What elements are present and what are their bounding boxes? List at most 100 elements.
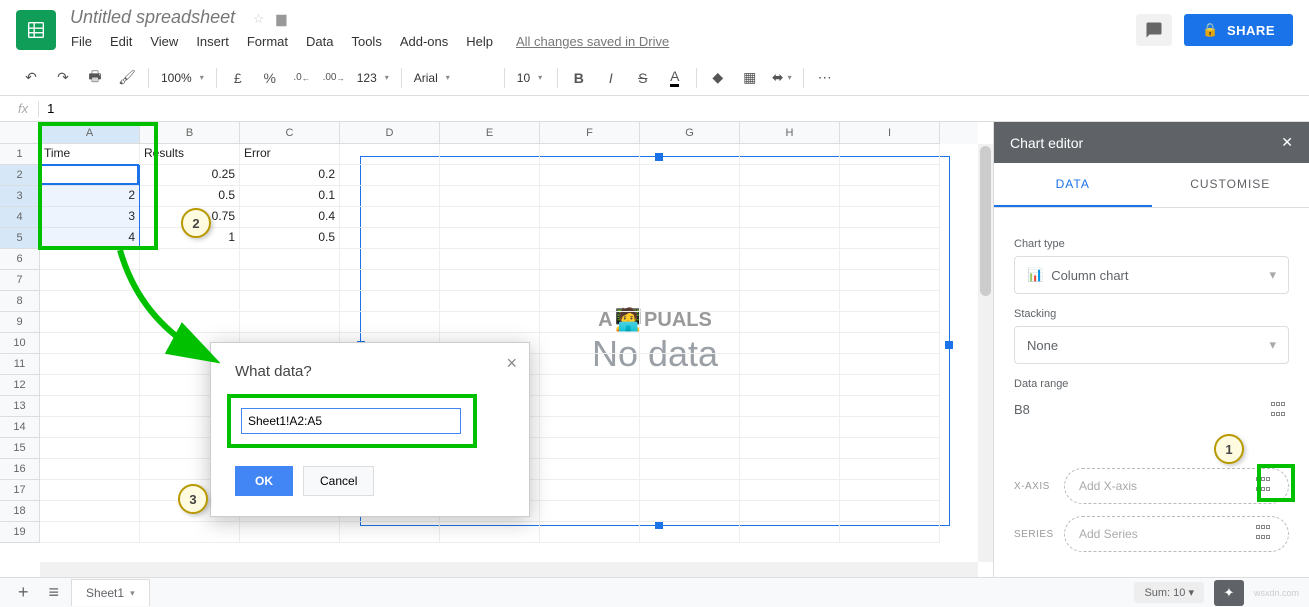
cell-empty[interactable]: [140, 522, 240, 543]
explore-icon[interactable]: ✦: [1214, 580, 1244, 606]
cell-empty[interactable]: [40, 480, 140, 501]
cell-empty[interactable]: [840, 144, 940, 165]
cell-empty[interactable]: [640, 312, 740, 333]
cell-empty[interactable]: [840, 207, 940, 228]
cell-empty[interactable]: [340, 291, 440, 312]
row-header-8[interactable]: 8: [0, 291, 40, 312]
tab-customise[interactable]: CUSTOMISE: [1152, 163, 1309, 207]
cell-empty[interactable]: [740, 186, 840, 207]
cell-empty[interactable]: [740, 501, 840, 522]
undo-icon[interactable]: ↶: [16, 64, 46, 92]
zoom-select[interactable]: 100%: [155, 71, 210, 85]
cell-empty[interactable]: [440, 270, 540, 291]
cell-empty[interactable]: [40, 396, 140, 417]
series-add-button[interactable]: Add Series: [1064, 516, 1289, 552]
chart-type-select[interactable]: 📊Column chart ▾: [1014, 256, 1289, 294]
cell-empty[interactable]: [840, 354, 940, 375]
menu-view[interactable]: View: [143, 30, 185, 53]
cell-empty[interactable]: [640, 438, 740, 459]
save-status[interactable]: All changes saved in Drive: [516, 30, 669, 53]
cell-empty[interactable]: [740, 144, 840, 165]
row-header-5[interactable]: 5: [0, 228, 40, 249]
cell-empty[interactable]: [740, 522, 840, 543]
cell-empty[interactable]: [540, 144, 640, 165]
cell-empty[interactable]: [540, 270, 640, 291]
cell-empty[interactable]: [540, 480, 640, 501]
row-header-4[interactable]: 4: [0, 207, 40, 228]
sheet-area[interactable]: A B C D E F G H I 1234567891011121314151…: [0, 122, 993, 577]
decrease-decimal-icon[interactable]: .0←: [287, 64, 317, 92]
menu-edit[interactable]: Edit: [103, 30, 139, 53]
cell-empty[interactable]: [840, 417, 940, 438]
stacking-select[interactable]: None ▾: [1014, 326, 1289, 364]
cell-empty[interactable]: [340, 207, 440, 228]
row-header-11[interactable]: 11: [0, 354, 40, 375]
cell-empty[interactable]: [340, 312, 440, 333]
cell-empty[interactable]: [740, 312, 840, 333]
cell-empty[interactable]: [840, 501, 940, 522]
col-header-f[interactable]: F: [540, 122, 640, 144]
cell-empty[interactable]: [340, 228, 440, 249]
cell-empty[interactable]: [840, 396, 940, 417]
cell-empty[interactable]: [740, 417, 840, 438]
cell-empty[interactable]: [340, 270, 440, 291]
increase-decimal-icon[interactable]: .00→: [319, 64, 349, 92]
cell-empty[interactable]: [440, 249, 540, 270]
menu-file[interactable]: File: [64, 30, 99, 53]
cell-empty[interactable]: [640, 228, 740, 249]
cell-c4[interactable]: 0.4: [240, 207, 340, 228]
select-all-corner[interactable]: [0, 122, 40, 144]
print-icon[interactable]: 🖶: [80, 64, 110, 92]
ok-button[interactable]: OK: [235, 466, 293, 496]
cell-empty[interactable]: [840, 522, 940, 543]
cell-empty[interactable]: [540, 438, 640, 459]
menu-format[interactable]: Format: [240, 30, 295, 53]
cell-empty[interactable]: [540, 375, 640, 396]
cell-empty[interactable]: [740, 270, 840, 291]
row-header-13[interactable]: 13: [0, 396, 40, 417]
currency-icon[interactable]: £: [223, 64, 253, 92]
cell-empty[interactable]: [640, 480, 740, 501]
cell-empty[interactable]: [440, 228, 540, 249]
cell-empty[interactable]: [540, 249, 640, 270]
cell-empty[interactable]: [240, 291, 340, 312]
vertical-scrollbar[interactable]: [978, 144, 993, 562]
percent-icon[interactable]: %: [255, 64, 285, 92]
cell-empty[interactable]: [440, 522, 540, 543]
merge-icon[interactable]: ⬌: [767, 64, 797, 92]
cell-empty[interactable]: [540, 333, 640, 354]
more-icon[interactable]: ⋯: [810, 64, 840, 92]
cell-empty[interactable]: [540, 228, 640, 249]
cell-c3[interactable]: 0.1: [240, 186, 340, 207]
row-header-1[interactable]: 1: [0, 144, 40, 165]
close-editor-icon[interactable]: ✕: [1281, 134, 1293, 151]
menu-addons[interactable]: Add-ons: [393, 30, 455, 53]
row-header-15[interactable]: 15: [0, 438, 40, 459]
col-header-i[interactable]: I: [840, 122, 940, 144]
cell-empty[interactable]: [40, 438, 140, 459]
font-select[interactable]: Arial: [408, 71, 498, 85]
cell-empty[interactable]: [440, 186, 540, 207]
tab-data[interactable]: DATA: [994, 163, 1152, 207]
cell-empty[interactable]: [540, 291, 640, 312]
cell-empty[interactable]: [740, 396, 840, 417]
cell-empty[interactable]: [540, 501, 640, 522]
row-header-3[interactable]: 3: [0, 186, 40, 207]
row-header-2[interactable]: 2: [0, 165, 40, 186]
cell-c2[interactable]: 0.2: [240, 165, 340, 186]
cell-empty[interactable]: [440, 144, 540, 165]
data-range-input[interactable]: [241, 408, 461, 434]
cell-empty[interactable]: [840, 228, 940, 249]
cell-empty[interactable]: [740, 165, 840, 186]
cell-empty[interactable]: [340, 249, 440, 270]
comments-icon[interactable]: [1136, 14, 1172, 46]
sum-indicator[interactable]: Sum: 10 ▾: [1134, 582, 1204, 603]
cell-empty[interactable]: [640, 270, 740, 291]
select-range-icon[interactable]: [1271, 402, 1289, 420]
folder-icon[interactable]: ▆: [276, 11, 286, 27]
row-header-7[interactable]: 7: [0, 270, 40, 291]
horizontal-scrollbar[interactable]: [40, 562, 978, 577]
redo-icon[interactable]: ↷: [48, 64, 78, 92]
row-header-19[interactable]: 19: [0, 522, 40, 543]
cell-empty[interactable]: [840, 291, 940, 312]
